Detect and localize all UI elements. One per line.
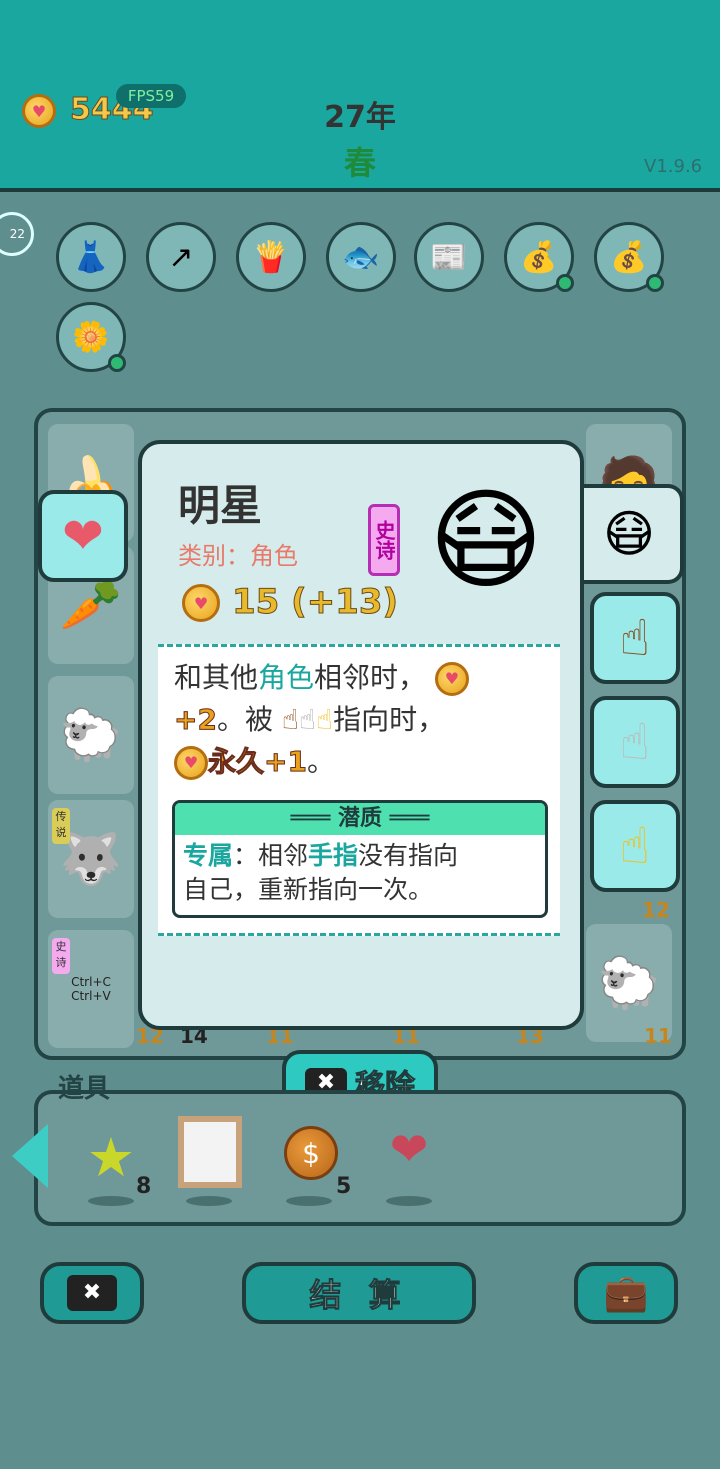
brown-finger-icon: ☝ xyxy=(281,703,299,736)
sheep-tile[interactable]: 🐑 xyxy=(48,676,134,794)
items-label: 道具 xyxy=(58,1074,111,1104)
bonus-text: +2 xyxy=(174,703,218,737)
scroll-left-arrow-icon[interactable] xyxy=(12,1124,48,1188)
trait-title: ═══ 潜质 ═══ xyxy=(175,803,545,835)
coin-icon: ♥ xyxy=(174,746,208,780)
desc-text: 。被 xyxy=(216,703,273,736)
new-indicator-dot xyxy=(646,274,664,292)
skirt-icon[interactable]: 👗 xyxy=(56,222,126,292)
trait-text-part: 没有指向 xyxy=(358,841,459,870)
year-label: 27年 xyxy=(324,100,396,135)
yellow-finger-icon: ☝ xyxy=(316,703,334,736)
item-shadow xyxy=(286,1196,332,1206)
card-category: 类别：角色 xyxy=(178,542,298,570)
briefcase-icon: 💼 xyxy=(603,1273,649,1314)
item-shadow xyxy=(386,1196,432,1206)
desc-line-1: 和其他角色相邻时， ♥ xyxy=(174,656,469,700)
new-indicator-dot xyxy=(108,354,126,372)
settle-button[interactable]: 结 算 xyxy=(242,1262,476,1324)
tile-value: 11 xyxy=(644,1024,672,1048)
liver-item[interactable]: ❤ xyxy=(374,1114,444,1184)
white-finger-icon: ☝ xyxy=(298,703,316,736)
item-count: 8 xyxy=(136,1174,152,1199)
keyword-role: 角色 xyxy=(258,661,315,694)
desc-text: 。 xyxy=(306,745,335,778)
coin-item-icon[interactable]: $ xyxy=(284,1126,338,1180)
trait-title-text: 潜质 xyxy=(337,806,382,831)
season-label: 春 xyxy=(343,144,376,182)
frame-item[interactable] xyxy=(178,1116,242,1188)
star-character-portrait: 😷 xyxy=(428,476,544,604)
trait-text-part: 自己，重新指向一次。 xyxy=(183,875,434,904)
white-finger-button[interactable]: ☝ xyxy=(590,696,680,788)
item-count: 5 xyxy=(336,1174,352,1199)
desc-text: 相邻时， xyxy=(314,661,427,694)
time-magazine-icon[interactable]: 📰 xyxy=(414,222,484,292)
coin-icon: ♥ xyxy=(182,584,220,622)
card-value: 15 (+13) xyxy=(231,582,399,623)
version-label: V1.9.6 xyxy=(644,156,703,177)
desc-text: 和其他 xyxy=(174,661,259,694)
settle-label: 结 算 xyxy=(309,1276,409,1315)
briefcase-button[interactable]: 💼 xyxy=(574,1262,678,1324)
desc-text: 指向时， xyxy=(333,703,446,736)
item-shadow xyxy=(186,1196,232,1206)
discard-x-icon: ✖ xyxy=(67,1275,117,1311)
bonus-text: 永久+1 xyxy=(208,745,308,779)
brown-finger-button[interactable]: ☝ xyxy=(590,592,680,684)
arrow-up-icon[interactable]: ↗ xyxy=(146,222,216,292)
yellow-finger-button[interactable]: ☝ xyxy=(590,800,680,892)
card-title: 明星 xyxy=(178,481,263,530)
trait-text-part: ：相邻 xyxy=(233,841,309,870)
fishbowl-icon[interactable]: 🐟 xyxy=(326,222,396,292)
star-portrait-thumbnail[interactable]: 😷 xyxy=(578,484,684,584)
coin-icon: ♥ xyxy=(434,662,469,696)
trait-keyword: 专属 xyxy=(183,841,234,870)
tile-value: 12 xyxy=(642,898,670,922)
new-indicator-dot xyxy=(556,274,574,292)
trait-keyword: 手指 xyxy=(308,841,359,870)
legendary-tag: 传说 xyxy=(52,808,70,844)
desc-line-3: ♥ 永久+1。 xyxy=(174,740,335,784)
trait-text: 专属：相邻手指没有指向 自己，重新指向一次。 xyxy=(175,835,545,911)
item-shadow xyxy=(88,1196,134,1206)
discard-button[interactable]: ✖ xyxy=(40,1262,144,1324)
liver-item-button[interactable]: ❤ xyxy=(38,490,128,582)
epic-tag: 史诗 xyxy=(52,938,70,974)
desc-line-2: +2。被 ☝☝☝指向时， xyxy=(174,698,446,742)
fries-icon[interactable]: 🍟 xyxy=(236,222,306,292)
rarity-badge: 史诗 xyxy=(368,504,400,576)
trait-box: ═══ 潜质 ═══ 专属：相邻手指没有指向 自己，重新指向一次。 xyxy=(172,800,548,918)
